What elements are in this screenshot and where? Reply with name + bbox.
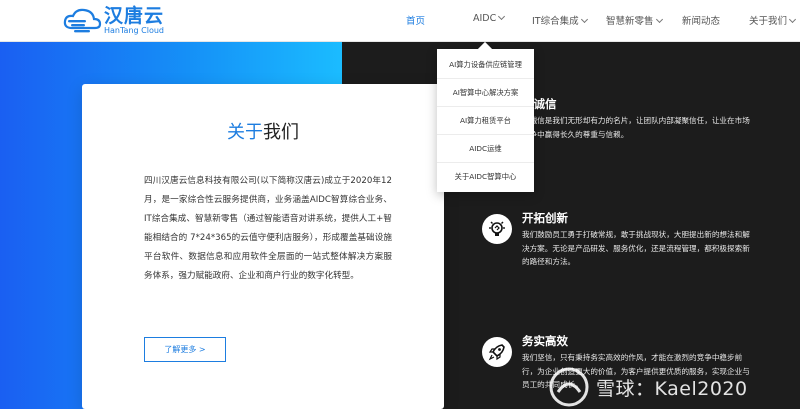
dropdown-item-solution[interactable]: AI智算中心解决方案: [437, 79, 534, 107]
feature-desc: 我们鼓励员工勇于打破常规，敢于挑战现状，大胆提出新的想法和解决方案。无论是产品研…: [522, 230, 750, 266]
nav-item-home[interactable]: 首页: [406, 13, 425, 27]
about-body: 四川汉唐云信息科技有限公司(以下简称汉唐云)成立于2020年12月，是一家综合性…: [144, 176, 392, 281]
nav-item-about[interactable]: 关于我们: [749, 13, 797, 27]
watermark-text: 雪球：Kael2020: [596, 377, 748, 400]
lightbulb-icon: [482, 214, 512, 244]
nav-item-aidc[interactable]: AIDC: [473, 12, 506, 24]
aidc-dropdown-menu: AI算力设备供应链管理 AI智算中心解决方案 AI算力租赁平台 AIDC运维 关…: [437, 49, 534, 192]
brand-name: 汉唐云: [104, 5, 165, 27]
chevron-down-icon: [580, 15, 588, 24]
feature-title: 开拓创新: [522, 211, 568, 225]
dropdown-item-ops[interactable]: AIDC运维: [437, 135, 534, 163]
about-card: 关于我们 四川汉唐云信息科技有限公司(以下简称汉唐云)成立于2020年12月，是…: [82, 84, 444, 409]
feature-title: 务实高效: [522, 334, 568, 348]
dropdown-item-about-aidc[interactable]: 关于AIDC智算中心: [437, 163, 534, 191]
brand-logo[interactable]: 汉唐云 HanTang Cloud: [62, 6, 164, 36]
chevron-down-icon: [655, 15, 663, 24]
nav-item-news[interactable]: 新闻动态: [682, 13, 720, 27]
nav-item-smart-retail[interactable]: 智慧新零售: [606, 13, 663, 27]
rocket-icon: [482, 337, 512, 367]
snowball-logo-icon: [549, 367, 589, 407]
cloud-logo-icon: [63, 8, 102, 33]
dropdown-item-leasing[interactable]: AI算力租赁平台: [437, 107, 534, 135]
watermark: 雪球：Kael2020: [548, 366, 748, 408]
dropdown-item-supply-chain[interactable]: AI算力设备供应链管理: [437, 51, 534, 79]
learn-more-button[interactable]: 了解更多 >: [144, 337, 226, 362]
site-header: 汉唐云 HanTang Cloud 首页 AIDC IT综合集成 智慧新零售 新…: [0, 0, 800, 42]
brand-name-en: HanTang Cloud: [104, 26, 164, 35]
chevron-down-icon: [788, 15, 797, 24]
about-title: 关于我们: [227, 122, 299, 143]
nav-item-it-integration[interactable]: IT综合集成: [532, 13, 588, 27]
feature-desc: 直诚信是我们无形却有力的名片，让团队内部凝聚信任，让业在市场竞争中赢得长久的尊重…: [522, 116, 750, 139]
chevron-down-icon: [498, 12, 506, 21]
